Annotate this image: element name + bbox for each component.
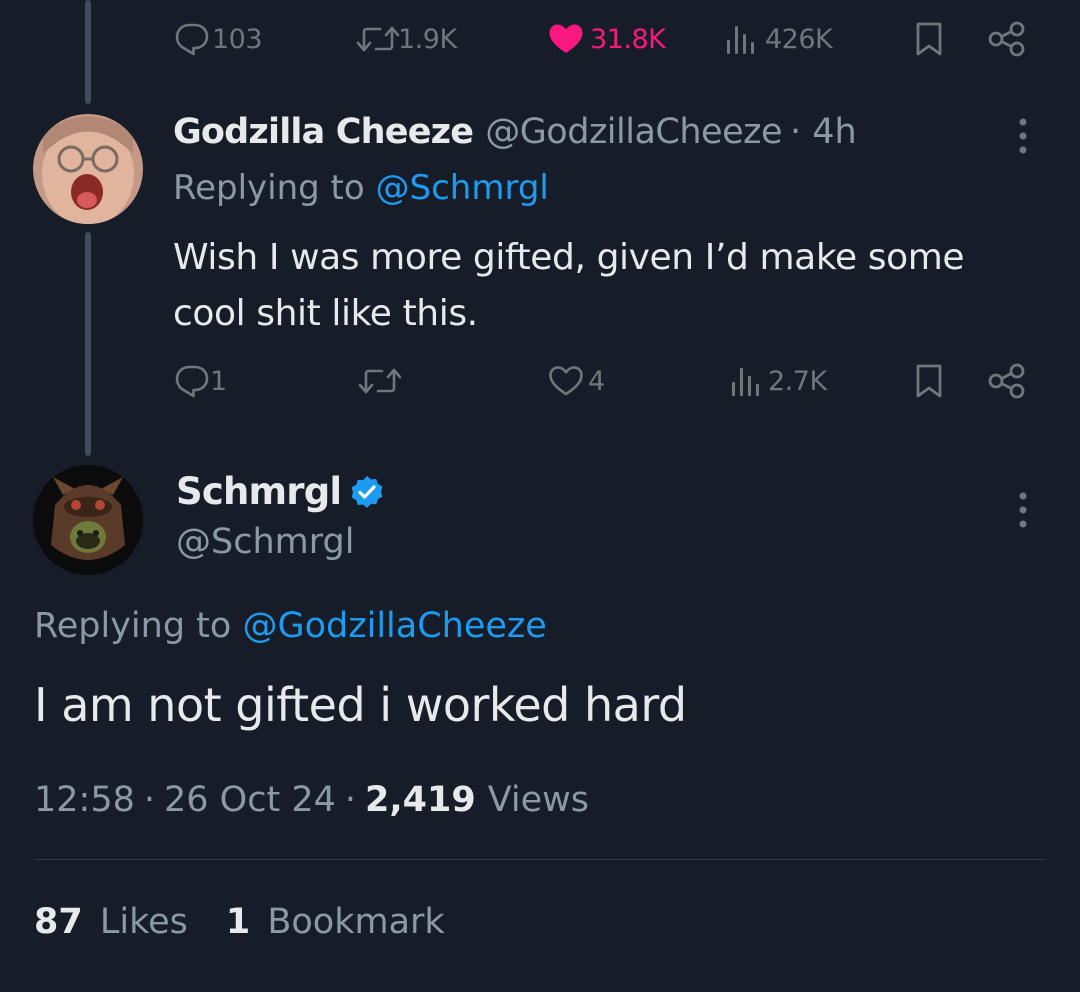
- share-icon: [988, 21, 1025, 57]
- reply-count: 103: [212, 23, 263, 55]
- retweet-icon: [356, 26, 400, 52]
- tweet-date[interactable]: 26 Oct 24: [164, 780, 336, 820]
- bookmark-icon: [916, 22, 942, 56]
- more-vertical-icon: [1019, 492, 1027, 528]
- reply-count: 1: [210, 365, 227, 397]
- replying-label: Replying to: [34, 606, 232, 646]
- bookmark-button-2[interactable]: [912, 362, 946, 400]
- reply-action[interactable]: 103: [174, 20, 263, 58]
- display-name[interactable]: Schmrgl: [176, 470, 342, 513]
- reply-icon: [175, 23, 209, 56]
- share-button[interactable]: [986, 20, 1028, 58]
- bookmark-button[interactable]: [912, 20, 946, 58]
- avatar-godzillacheeze[interactable]: [33, 114, 143, 224]
- meta-separator: ·: [344, 780, 356, 820]
- bookmarks-label: Bookmark: [267, 902, 445, 942]
- replying-to-line: Replying to @Schmrgl: [173, 168, 549, 208]
- retweet-icon: [358, 368, 402, 394]
- meta-separator: ·: [143, 780, 156, 820]
- bookmarks-stat[interactable]: 1 Bookmark: [226, 902, 445, 942]
- views-label: Views: [487, 780, 590, 820]
- bookmark-icon: [916, 364, 942, 398]
- replying-handle-link[interactable]: @Schmrgl: [376, 168, 549, 208]
- views-count: 2,419: [365, 780, 476, 820]
- likes-stat[interactable]: 87 Likes: [34, 902, 188, 942]
- views-count: 426K: [765, 23, 833, 55]
- analytics-icon: [732, 368, 759, 396]
- reply-tweet-text: Wish I was more gifted, given I’d make s…: [173, 230, 965, 342]
- reply-text-line2: cool shit like this.: [173, 293, 478, 334]
- display-name[interactable]: Godzilla Cheeze: [173, 112, 474, 152]
- reply-text-line1: Wish I was more gifted, given I’d make s…: [173, 237, 965, 278]
- retweet-action[interactable]: 1.9K: [356, 20, 457, 58]
- reply-tweet-header: Godzilla Cheeze @GodzillaCheeze · 4h: [173, 112, 857, 152]
- more-options-button[interactable]: [1008, 114, 1038, 158]
- like-action[interactable]: 31.8K: [548, 20, 666, 58]
- main-handle[interactable]: @Schmrgl: [176, 522, 354, 562]
- thread-line-top: [85, 0, 91, 104]
- like-action-2[interactable]: 4: [548, 362, 605, 400]
- views-action-2[interactable]: 2.7K: [730, 362, 827, 400]
- likes-count: 87: [34, 902, 83, 942]
- views-count: 2.7K: [768, 365, 827, 397]
- main-replying-to-line: Replying to @GodzillaCheeze: [34, 606, 547, 646]
- analytics-icon: [727, 26, 754, 54]
- heart-outline-icon: [549, 366, 583, 396]
- bookmarks-count: 1: [225, 902, 251, 942]
- thread-line-middle: [85, 232, 91, 456]
- like-count: 4: [588, 365, 605, 397]
- engagement-stats: 87 Likes 1 Bookmark: [34, 902, 445, 942]
- tweet-meta: 12:58 · 26 Oct 24 · 2,419 Views: [34, 780, 589, 820]
- timestamp[interactable]: · 4h: [790, 112, 857, 152]
- reply-icon: [175, 365, 209, 398]
- avatar-mask-image: [33, 465, 143, 575]
- avatar-schmrgl[interactable]: [33, 465, 143, 575]
- replying-label: Replying to: [173, 168, 365, 208]
- like-count: 31.8K: [590, 23, 666, 55]
- reply-action-2[interactable]: 1: [174, 362, 227, 400]
- share-button-2[interactable]: [986, 362, 1028, 400]
- tweet-time[interactable]: 12:58: [34, 780, 135, 820]
- main-author: Schmrgl: [176, 470, 385, 513]
- more-vertical-icon: [1019, 118, 1027, 154]
- views-action[interactable]: 426K: [725, 20, 833, 58]
- avatar-face-image: [33, 114, 143, 224]
- heart-filled-icon: [549, 24, 583, 53]
- likes-label: Likes: [99, 902, 188, 942]
- handle[interactable]: @GodzillaCheeze: [485, 112, 782, 152]
- verified-badge-icon: [351, 475, 383, 508]
- more-options-button-2[interactable]: [1008, 488, 1038, 532]
- replying-handle-link[interactable]: @GodzillaCheeze: [242, 606, 546, 646]
- retweet-count: 1.9K: [398, 23, 457, 55]
- divider: [34, 859, 1046, 860]
- main-tweet-text: I am not gifted i worked hard: [34, 678, 687, 732]
- share-icon: [988, 363, 1025, 399]
- retweet-action-2[interactable]: [356, 362, 404, 400]
